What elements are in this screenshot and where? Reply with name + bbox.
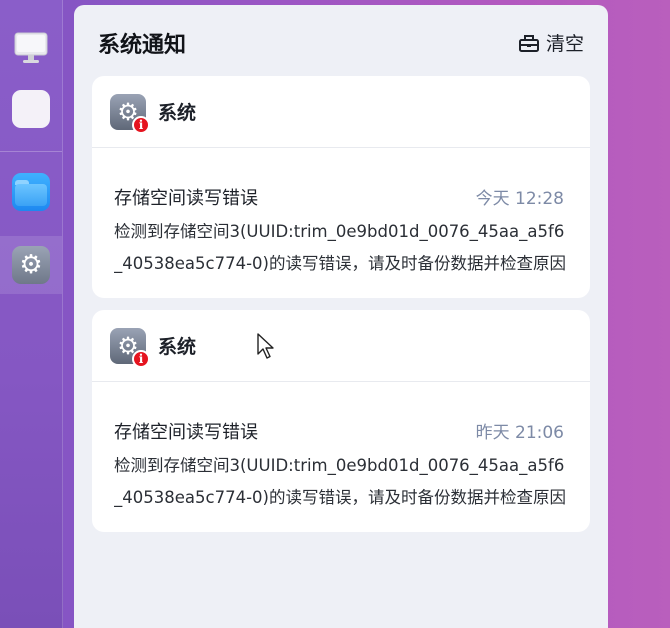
app-grid-icon [12, 90, 50, 128]
mouse-cursor-icon [257, 333, 274, 359]
clear-label: 清空 [545, 33, 584, 55]
clear-icon [518, 34, 539, 52]
notification-panel: 系统通知 清空 ⚙ i 系统 存储空间读写错误 今天 12:28 检测到存储空间… [74, 5, 608, 628]
notification-card-header: ⚙ i 系统 [92, 310, 590, 382]
info-badge-icon: i [132, 349, 150, 368]
notification-message: 检测到存储空间3(UUID:trim_0e9bd01d_0076_45aa_a5… [114, 222, 566, 273]
notification-message: 检测到存储空间3(UUID:trim_0e9bd01d_0076_45aa_a5… [114, 456, 566, 507]
dock-divider [0, 151, 62, 152]
info-badge-icon: i [132, 115, 150, 134]
dock-item-monitor[interactable] [0, 18, 62, 76]
notification-time: 今天 12:28 [475, 189, 564, 209]
settings-gear-icon: ⚙ i [110, 327, 150, 368]
dock: ⚙ [0, 0, 63, 628]
panel-title: 系统通知 [98, 33, 187, 58]
gear-icon: ⚙ [12, 246, 50, 284]
folder-icon [12, 173, 50, 211]
notification-card-header: ⚙ i 系统 [92, 76, 590, 148]
notification-title: 存储空间读写错误 [114, 188, 258, 209]
dock-item-apps[interactable] [0, 80, 62, 138]
monitor-icon [14, 32, 48, 63]
notification-app-name: 系统 [158, 336, 197, 358]
notification-app-name: 系统 [158, 102, 197, 124]
settings-gear-icon: ⚙ i [110, 93, 150, 134]
clear-button[interactable]: 清空 [518, 29, 584, 56]
notification-card[interactable]: ⚙ i 系统 存储空间读写错误 昨天 21:06 检测到存储空间3(UUID:t… [92, 310, 590, 532]
notification-card[interactable]: ⚙ i 系统 存储空间读写错误 今天 12:28 检测到存储空间3(UUID:t… [92, 76, 590, 298]
dock-item-files[interactable] [0, 163, 62, 221]
dock-item-settings[interactable]: ⚙ [0, 236, 62, 294]
notification-time: 昨天 21:06 [475, 423, 564, 443]
notification-title: 存储空间读写错误 [114, 422, 258, 443]
